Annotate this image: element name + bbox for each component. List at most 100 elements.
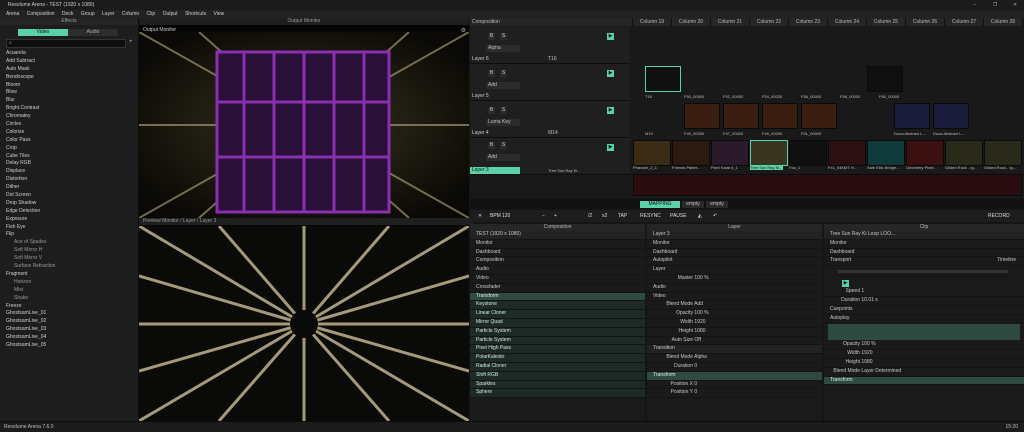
list-item[interactable]: Add Subtract (0, 58, 138, 66)
tap-button[interactable]: TAP (618, 213, 627, 219)
clip-cell[interactable] (801, 103, 837, 129)
list-item[interactable]: Displace (0, 168, 138, 176)
autosize-row[interactable]: Auto Size Off (647, 337, 822, 346)
list-item[interactable]: GhostsamLive_02 (0, 318, 138, 326)
list-item[interactable]: Chromatey (0, 113, 138, 121)
list-item[interactable]: Crop (0, 145, 138, 153)
maximize-icon[interactable]: ❐ (992, 2, 998, 8)
effect-row[interactable]: Particle System (470, 327, 645, 337)
effect-row[interactable]: Sparkles (470, 380, 645, 390)
list-item[interactable]: Bloom (0, 82, 138, 90)
timeline-select[interactable]: Timeline (997, 257, 1016, 265)
clip-cell[interactable] (906, 140, 944, 166)
list-item[interactable]: Dot Screen (0, 192, 138, 200)
column-header[interactable]: Column 23 (789, 18, 828, 26)
menu-shortcuts[interactable]: Shortcuts (185, 11, 206, 17)
width-row[interactable]: Width 1920 (647, 319, 822, 328)
effect-row[interactable]: PolarKaleido (470, 354, 645, 363)
posy-value[interactable]: 0 (694, 389, 697, 395)
clip-row-layer2[interactable] (633, 174, 1022, 196)
minimize-icon[interactable]: – (972, 2, 978, 8)
list-item[interactable]: Cube Tiles (0, 153, 138, 161)
speed-row[interactable]: Speed 1 (824, 288, 1024, 297)
layer-name[interactable]: Layer 3 (470, 167, 520, 174)
width-row[interactable]: Width 1920 (824, 350, 1024, 359)
play-button[interactable]: ▶ (607, 33, 614, 40)
list-item[interactable]: GhostsamLive_03 (0, 326, 138, 334)
section-cuepoints[interactable]: Cuepoints (824, 306, 1024, 315)
resync-button[interactable]: RESYNC (640, 213, 661, 219)
duration-value[interactable]: 0 (694, 363, 697, 369)
bypass-button[interactable]: B (488, 70, 495, 77)
effect-row[interactable]: Linear Cloner (470, 310, 645, 319)
section-monitor[interactable]: Monitor (647, 240, 822, 249)
settings-icon[interactable]: ⚙ (461, 27, 466, 34)
menu-composition[interactable]: Composition (27, 11, 55, 17)
effects-search-input[interactable]: ⌕ (6, 39, 126, 48)
minus-icon[interactable]: − (542, 213, 545, 219)
list-item[interactable]: Blur (0, 97, 138, 105)
column-header[interactable]: Column 28 (984, 18, 1023, 26)
posy-row[interactable]: Position Y 0 (647, 389, 822, 399)
duration-value[interactable]: 10.01 s (861, 297, 877, 303)
list-item[interactable]: Soft Mirror V (0, 255, 138, 263)
menu-view[interactable]: View (213, 11, 224, 17)
deck-tab[interactable]: empty (706, 201, 728, 208)
section-composition[interactable]: Composition (470, 257, 645, 267)
blend-select[interactable]: Add (486, 154, 520, 161)
effect-row[interactable]: Sphere (470, 389, 645, 399)
menu-arena[interactable]: Arena (6, 11, 19, 17)
height-value[interactable]: 1080 (861, 359, 872, 365)
list-item[interactable]: Edge Detection (0, 208, 138, 216)
play-icon[interactable]: ▶ (842, 280, 849, 288)
section-transition[interactable]: Transition (647, 345, 822, 355)
clip-cell[interactable] (867, 140, 905, 166)
effect-row[interactable]: Mirror Quad (470, 318, 645, 328)
list-item[interactable]: Fish Eye (0, 224, 138, 232)
section-monitor[interactable]: Monitor (470, 240, 645, 249)
column-header[interactable]: Column 19 (633, 18, 672, 26)
effect-row[interactable]: Particle System (470, 336, 645, 346)
tab-audio[interactable]: Audio (68, 29, 118, 36)
list-item[interactable]: GhostsamLive_01 (0, 310, 138, 318)
list-item[interactable]: Colorize (0, 129, 138, 137)
height-value[interactable]: 1080 (694, 328, 705, 334)
layer-row-selected[interactable]: B S Add Layer 3 Tree Sun Ray Ki... ▶ (470, 138, 630, 175)
menu-output[interactable]: Output (163, 11, 178, 17)
autosize-value[interactable]: Off (694, 337, 701, 343)
master-row[interactable]: Master 100 % (647, 275, 822, 284)
width-value[interactable]: 1920 (861, 350, 872, 356)
menu-column[interactable]: Column (122, 11, 139, 17)
section-video[interactable]: Video (647, 293, 822, 302)
section-layer[interactable]: Layer (647, 266, 822, 275)
section-dashboard[interactable]: Dashboard (470, 249, 645, 258)
blend-value[interactable]: Layer Determined (861, 368, 901, 374)
section-transform[interactable]: Transform (824, 376, 1024, 386)
duration-row[interactable]: Duration 10.01 s (824, 297, 1024, 306)
metronome-icon[interactable]: ◭ (698, 213, 702, 219)
list-item[interactable]: Surface Refraction (0, 263, 138, 271)
list-item[interactable]: Blow (0, 89, 138, 97)
effect-row[interactable]: Shift RGB (470, 371, 645, 381)
solo-button[interactable]: S (500, 107, 507, 114)
blend-select[interactable]: Alpha (486, 45, 520, 52)
clip-cell[interactable] (633, 140, 671, 166)
menu-group[interactable]: Group (81, 11, 95, 17)
clip-cell[interactable] (672, 140, 710, 166)
clip-cell[interactable] (828, 140, 866, 166)
play-button[interactable]: ▶ (607, 144, 614, 151)
column-header[interactable]: Column 20 (672, 18, 711, 26)
timeline-area[interactable]: ▶ (824, 266, 1024, 288)
effect-row[interactable]: Pixel High Pass (470, 345, 645, 355)
div2-button[interactable]: /2 (588, 213, 592, 219)
section-crossfader[interactable]: Crossfader (470, 284, 645, 293)
clip-cell[interactable] (984, 140, 1022, 166)
clip-cell[interactable] (933, 103, 969, 129)
list-item[interactable]: Distortion (0, 176, 138, 184)
solo-button[interactable]: S (500, 142, 507, 149)
width-value[interactable]: 1920 (694, 319, 705, 325)
clip-cell[interactable] (945, 140, 983, 166)
blend-select[interactable]: Add (486, 82, 520, 89)
list-item[interactable]: Circles (0, 121, 138, 129)
column-header[interactable]: Column 26 (906, 18, 945, 26)
